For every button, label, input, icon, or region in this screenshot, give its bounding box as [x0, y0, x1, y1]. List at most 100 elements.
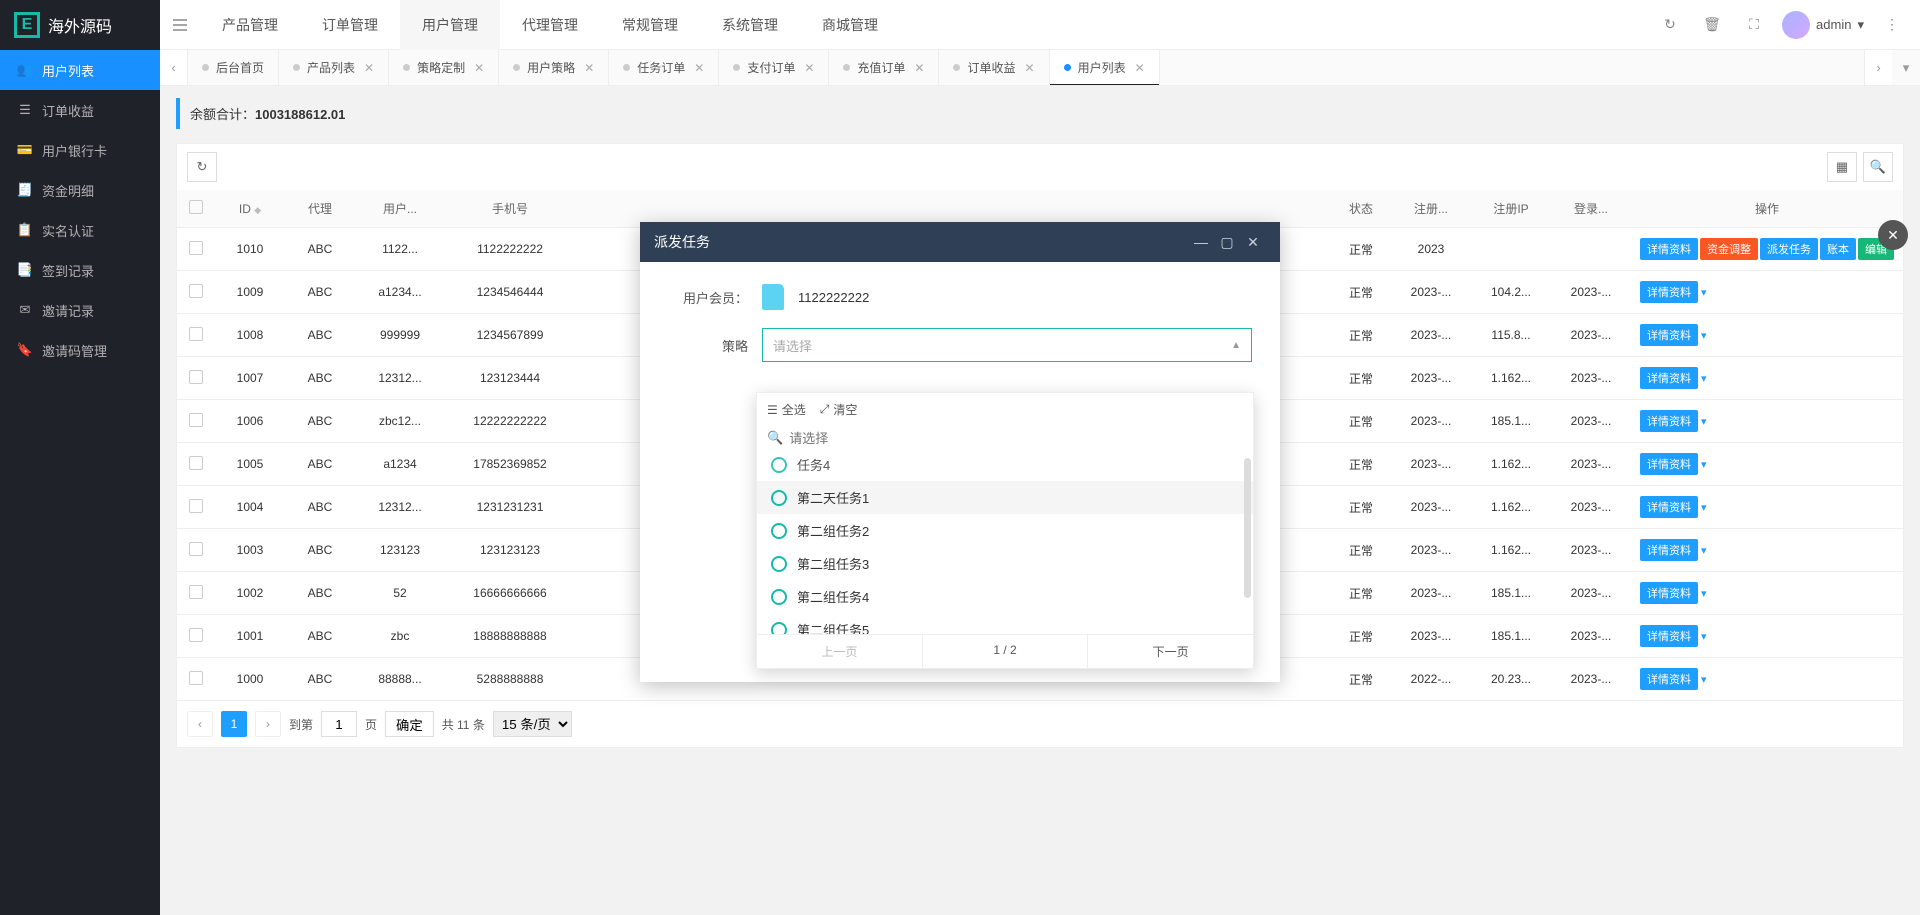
tabs-dropdown-icon[interactable]: ▾	[1892, 50, 1920, 85]
sidebar-item[interactable]: 🧾资金明细	[0, 170, 160, 210]
tab[interactable]: 任务订单✕	[609, 50, 719, 85]
strategy-select[interactable]: 请选择 ▲	[762, 328, 1252, 362]
search-icon[interactable]: 🔍	[1863, 152, 1893, 182]
more-ops-icon[interactable]: ▾	[1701, 373, 1707, 385]
delete-icon[interactable]: 🗑	[1692, 0, 1732, 50]
more-ops-icon[interactable]: ▾	[1701, 416, 1707, 428]
dd-next-button[interactable]: 下一页	[1088, 635, 1253, 668]
detail-button[interactable]: 详情资料	[1640, 367, 1698, 389]
refresh-icon[interactable]: ↻	[1650, 0, 1690, 50]
panel-close-button[interactable]: ✕	[1878, 220, 1908, 250]
more-icon[interactable]: ⋮	[1872, 0, 1912, 50]
row-checkbox[interactable]	[189, 499, 203, 513]
tab-close-icon[interactable]: ✕	[1135, 61, 1145, 75]
row-checkbox[interactable]	[189, 542, 203, 556]
col-agent[interactable]: 代理	[285, 190, 355, 228]
detail-button[interactable]: 详情资料	[1640, 625, 1698, 647]
modal-min-icon[interactable]: —	[1188, 234, 1214, 250]
sidebar-item[interactable]: ✉邀请记录	[0, 290, 160, 330]
tab[interactable]: 用户策略✕	[499, 50, 609, 85]
admin-menu[interactable]: admin ▾	[1776, 11, 1870, 39]
detail-button[interactable]: 详情资料	[1640, 238, 1698, 260]
more-ops-icon[interactable]: ▾	[1701, 330, 1707, 342]
sidebar-item[interactable]: 💳用户银行卡	[0, 130, 160, 170]
col-phone[interactable]: 手机号	[445, 190, 575, 228]
sidebar-item[interactable]: 📋实名认证	[0, 210, 160, 250]
tabs-next-icon[interactable]: ›	[1864, 50, 1892, 85]
detail-button[interactable]: 详情资料	[1640, 453, 1698, 475]
col-login[interactable]: 登录...	[1551, 190, 1631, 228]
dd-search-input[interactable]	[789, 431, 1243, 446]
dd-option[interactable]: 第二组任务2	[757, 514, 1253, 547]
tab-close-icon[interactable]: ✕	[804, 61, 814, 75]
select-all-button[interactable]: ☰ 全选	[767, 401, 806, 418]
top-menu-item[interactable]: 订单管理	[300, 0, 400, 50]
sidebar-toggle-icon[interactable]	[160, 0, 200, 50]
tab[interactable]: 后台首页	[188, 50, 279, 85]
detail-button[interactable]: 详情资料	[1640, 496, 1698, 518]
row-checkbox[interactable]	[189, 370, 203, 384]
top-menu-item[interactable]: 商城管理	[800, 0, 900, 50]
top-menu-item[interactable]: 代理管理	[500, 0, 600, 50]
goto-input[interactable]	[321, 711, 357, 737]
clear-button[interactable]: ⤢ 清空	[820, 401, 858, 418]
more-ops-icon[interactable]: ▾	[1701, 502, 1707, 514]
col-reg[interactable]: 注册...	[1391, 190, 1471, 228]
tab-close-icon[interactable]: ✕	[584, 61, 594, 75]
detail-button[interactable]: 详情资料	[1640, 410, 1698, 432]
row-checkbox[interactable]	[189, 327, 203, 341]
row-checkbox[interactable]	[189, 628, 203, 642]
tab[interactable]: 订单收益✕	[939, 50, 1049, 85]
more-ops-icon[interactable]: ▾	[1701, 545, 1707, 557]
row-checkbox[interactable]	[189, 284, 203, 298]
col-user[interactable]: 用户...	[355, 190, 445, 228]
more-ops-icon[interactable]: ▾	[1701, 287, 1707, 299]
tab[interactable]: 策略定制✕	[389, 50, 499, 85]
more-ops-icon[interactable]: ▾	[1701, 588, 1707, 600]
detail-button[interactable]: 详情资料	[1640, 668, 1698, 690]
goto-confirm-button[interactable]: 确定	[385, 711, 434, 737]
more-ops-icon[interactable]: ▾	[1701, 674, 1707, 686]
dd-option[interactable]: 任务4	[757, 454, 1253, 481]
fullscreen-icon[interactable]: ⛶	[1734, 0, 1774, 50]
tab[interactable]: 支付订单✕	[719, 50, 829, 85]
page-size-select[interactable]: 15 条/页	[493, 711, 572, 737]
table-refresh-icon[interactable]: ↻	[187, 152, 217, 182]
detail-button[interactable]: 详情资料	[1640, 539, 1698, 561]
dd-option[interactable]: 第二天任务1	[757, 481, 1253, 514]
tab-close-icon[interactable]: ✕	[694, 61, 704, 75]
more-ops-icon[interactable]: ▾	[1701, 459, 1707, 471]
row-checkbox[interactable]	[189, 456, 203, 470]
tab[interactable]: 充值订单✕	[829, 50, 939, 85]
row-checkbox[interactable]	[189, 241, 203, 255]
detail-button[interactable]: 详情资料	[1640, 324, 1698, 346]
sidebar-item[interactable]: 👥用户列表	[0, 50, 160, 90]
dispatch-button[interactable]: 派发任务	[1760, 238, 1818, 260]
more-ops-icon[interactable]: ▾	[1701, 631, 1707, 643]
tab-close-icon[interactable]: ✕	[1025, 61, 1035, 75]
detail-button[interactable]: 详情资料	[1640, 582, 1698, 604]
ledger-button[interactable]: 账本	[1820, 238, 1856, 260]
row-checkbox[interactable]	[189, 585, 203, 599]
top-menu-item[interactable]: 系统管理	[700, 0, 800, 50]
select-all-checkbox[interactable]	[189, 200, 203, 214]
page-next-icon[interactable]: ›	[255, 711, 281, 737]
sidebar-item[interactable]: 🔖邀请码管理	[0, 330, 160, 370]
col-id[interactable]: ID	[239, 202, 251, 216]
row-checkbox[interactable]	[189, 671, 203, 685]
tab-close-icon[interactable]: ✕	[474, 61, 484, 75]
sort-icon[interactable]: ◆	[254, 205, 261, 215]
fund-button[interactable]: 资金调整	[1700, 238, 1758, 260]
top-menu-item[interactable]: 常规管理	[600, 0, 700, 50]
tab-close-icon[interactable]: ✕	[364, 61, 374, 75]
dd-prev-button[interactable]: 上一页	[757, 635, 923, 668]
modal-close-icon[interactable]: ✕	[1240, 234, 1266, 251]
tab-close-icon[interactable]: ✕	[914, 61, 924, 75]
modal-max-icon[interactable]: ▢	[1214, 234, 1240, 251]
page-prev-icon[interactable]: ‹	[187, 711, 213, 737]
dd-option[interactable]: 第二组任务5	[757, 613, 1253, 634]
tab[interactable]: 用户列表✕	[1050, 50, 1160, 85]
sidebar-item[interactable]: ☰订单收益	[0, 90, 160, 130]
col-regip[interactable]: 注册IP	[1471, 190, 1551, 228]
detail-button[interactable]: 详情资料	[1640, 281, 1698, 303]
